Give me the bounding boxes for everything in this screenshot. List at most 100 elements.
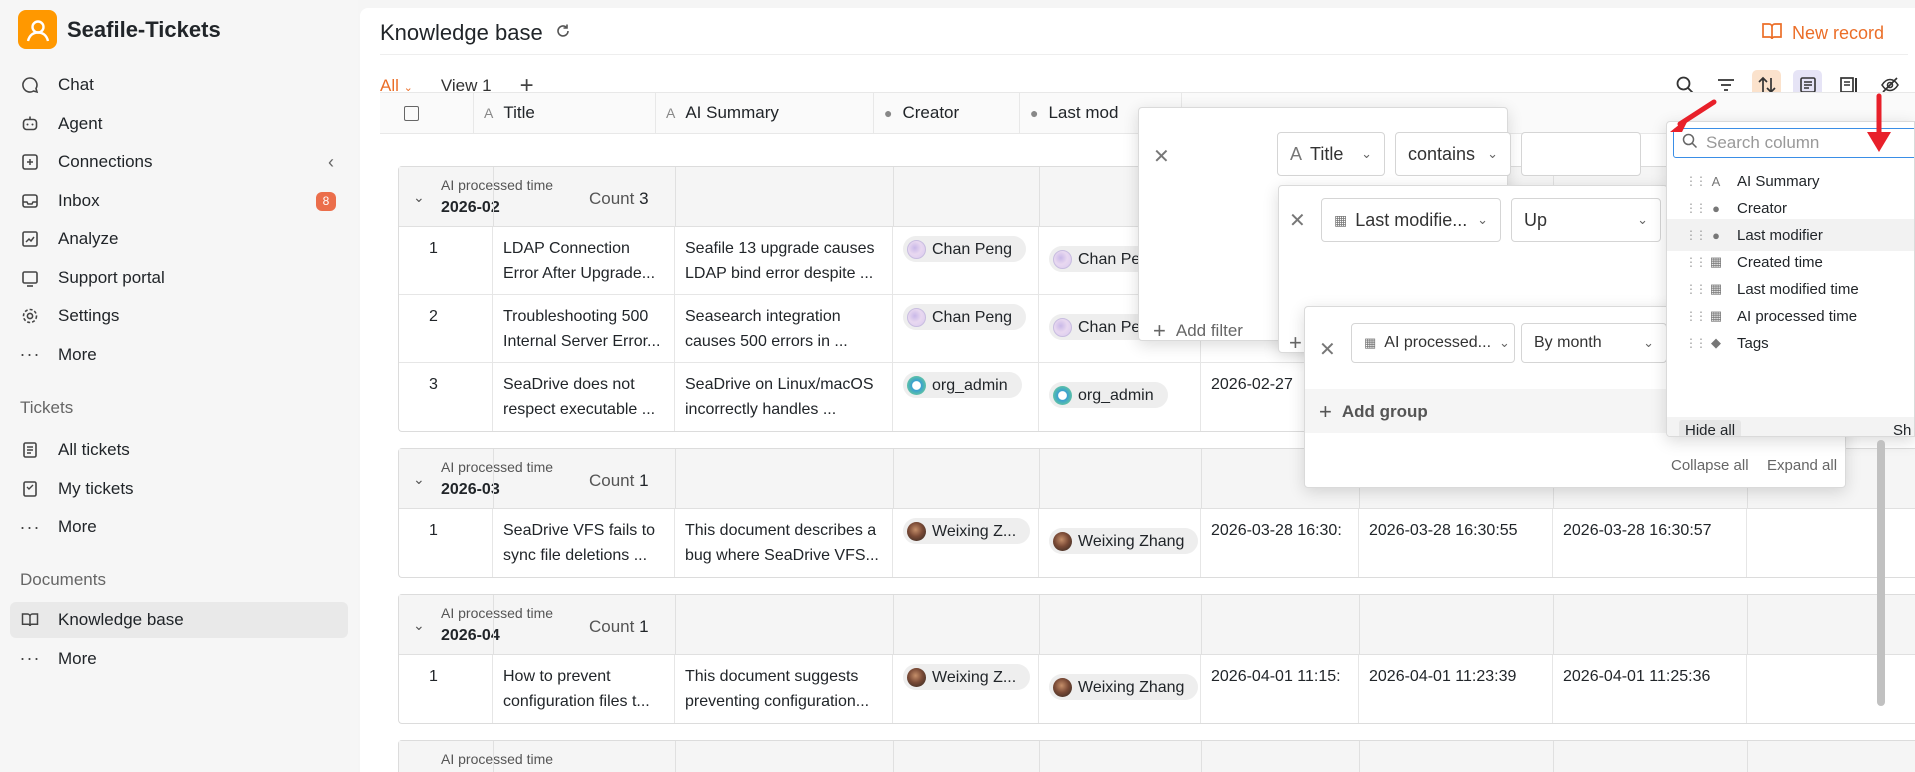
- creator-cell[interactable]: org_admin: [893, 363, 1039, 431]
- group-column-divider: [893, 449, 894, 509]
- chevron-down-icon[interactable]: ⌄: [413, 189, 425, 206]
- remove-group-icon[interactable]: ✕: [1319, 337, 1336, 362]
- remove-filter-icon[interactable]: ✕: [1153, 144, 1170, 169]
- title-cell[interactable]: LDAP Connection Error After Upgrade...: [493, 227, 675, 294]
- sidebar-item-support-portal[interactable]: Support portal: [10, 260, 348, 296]
- sidebar-item-knowledge-base[interactable]: Knowledge base: [10, 602, 348, 638]
- column-item-tags[interactable]: ⋮⋮ ◆ Tags: [1667, 327, 1914, 359]
- calendar-icon: ▦: [1709, 254, 1723, 269]
- collapse-all-button[interactable]: Collapse all: [1671, 457, 1749, 474]
- creator-cell[interactable]: Weixing Z...: [893, 509, 1039, 577]
- sidebar-item-more[interactable]: ··· More: [10, 641, 348, 677]
- column-header-creator[interactable]: ● Creator: [874, 93, 1020, 133]
- refresh-icon[interactable]: [555, 23, 571, 44]
- drag-handle-icon[interactable]: ⋮⋮: [1685, 255, 1707, 269]
- modifier-chip: Weixing Zhang: [1049, 674, 1199, 700]
- add-filter-button[interactable]: + Add filter: [1153, 318, 1243, 344]
- group-column-divider: [893, 167, 894, 227]
- ai-summary-cell[interactable]: Seasearch integration causes 500 errors i…: [675, 295, 893, 362]
- hide-all-button[interactable]: Hide all: [1679, 420, 1742, 436]
- group-label: AI processed time: [441, 751, 554, 767]
- sidebar-item-inbox[interactable]: Inbox 8: [10, 183, 348, 219]
- drag-handle-icon[interactable]: ⋮⋮: [1685, 336, 1707, 350]
- sidebar-item-agent[interactable]: Agent: [10, 106, 348, 142]
- drag-handle-icon[interactable]: ⋮⋮: [1685, 309, 1707, 323]
- group-header[interactable]: ⌄ AI processed time 2026-04 Count 1: [399, 595, 1915, 655]
- sidebar-item-analyze[interactable]: Analyze: [10, 221, 348, 257]
- filter-field-select[interactable]: A Title ⌄: [1277, 132, 1385, 176]
- group-column-divider: [893, 741, 894, 772]
- text-icon: A: [1290, 143, 1303, 164]
- creator-cell[interactable]: Chan Peng: [893, 295, 1039, 362]
- column-header-title[interactable]: A Title: [474, 93, 656, 133]
- sidebar-item-more[interactable]: ··· More: [10, 509, 348, 545]
- add-group-button[interactable]: + Add group: [1319, 399, 1428, 425]
- sort-field-select[interactable]: ▦ Last modifie... ⌄: [1321, 198, 1501, 242]
- avatar: [1053, 677, 1072, 697]
- date-cell[interactable]: 2026-03-28 16:30:: [1201, 509, 1359, 577]
- drag-handle-icon[interactable]: ⋮⋮: [1685, 228, 1707, 242]
- drag-handle-icon[interactable]: ⋮⋮: [1685, 201, 1707, 215]
- title-cell[interactable]: SeaDrive does not respect executable ...: [493, 363, 675, 431]
- sidebar-item-connections[interactable]: Connections ‹: [10, 144, 348, 180]
- last-modifier-cell[interactable]: Weixing Zhang: [1039, 509, 1201, 577]
- title-cell[interactable]: Troubleshooting 500 Internal Server Error…: [493, 295, 675, 362]
- date-cell[interactable]: 2026-04-01 11:23:39: [1359, 655, 1553, 723]
- add-sort-icon[interactable]: +: [1289, 330, 1302, 356]
- show-all-button[interactable]: Sh: [1893, 422, 1911, 436]
- column-header-ai-summary[interactable]: A AI Summary: [656, 93, 874, 133]
- chevron-down-icon[interactable]: ⌄: [413, 471, 425, 488]
- date-cell[interactable]: 2026-03-28 16:30:57: [1553, 509, 1747, 577]
- title-cell[interactable]: How to prevent configuration files t...: [493, 655, 675, 723]
- row-index: 2: [399, 295, 493, 362]
- group-granularity-select[interactable]: By month ⌄: [1521, 323, 1667, 363]
- sidebar-item-label: Inbox: [58, 190, 100, 210]
- group-column-divider: [493, 167, 494, 227]
- new-record-button[interactable]: New record: [1762, 22, 1884, 45]
- last-modifier-cell[interactable]: org_admin: [1039, 363, 1201, 431]
- empty-cell[interactable]: [1747, 509, 1915, 577]
- sort-direction-select[interactable]: Up ⌄: [1511, 198, 1661, 242]
- ai-summary-cell[interactable]: This document describes a bug where SeaDr…: [675, 509, 893, 577]
- select-all-checkbox[interactable]: [404, 105, 419, 121]
- sidebar-item-all-tickets[interactable]: All tickets: [10, 432, 348, 468]
- user-icon: ●: [1712, 200, 1720, 216]
- date-cell[interactable]: 2026-03-28 16:30:55: [1359, 509, 1553, 577]
- drag-handle-icon[interactable]: ⋮⋮: [1685, 282, 1707, 296]
- title-cell[interactable]: SeaDrive VFS fails to sync file deletions…: [493, 509, 675, 577]
- table-row[interactable]: 1 SeaDrive VFS fails to sync file deletio…: [399, 509, 1915, 577]
- table-row[interactable]: 1 How to prevent configuration files t...…: [399, 655, 1915, 723]
- brand[interactable]: Seafile-Tickets: [18, 10, 221, 49]
- date-cell[interactable]: 2026-04-01 11:15:: [1201, 655, 1359, 723]
- sidebar: Seafile-Tickets Chat Agent Connections ‹ …: [0, 0, 358, 772]
- sidebar-item-settings[interactable]: Settings: [10, 298, 348, 334]
- sidebar-item-chat[interactable]: Chat: [10, 67, 348, 103]
- creator-cell[interactable]: Weixing Z...: [893, 655, 1039, 723]
- chevron-down-icon[interactable]: ⌄: [413, 763, 425, 772]
- sidebar-item-my-tickets[interactable]: My tickets: [10, 471, 348, 507]
- ai-summary-cell[interactable]: Seafile 13 upgrade causes LDAP bind error…: [675, 227, 893, 294]
- filter-operator-select[interactable]: contains ⌄: [1395, 132, 1511, 176]
- chevron-down-icon: ⌄: [1361, 146, 1372, 161]
- calendar-icon: ▦: [1709, 308, 1723, 323]
- group-header[interactable]: ⌄ AI processed time: [399, 741, 1915, 772]
- filter-value-input[interactable]: [1521, 132, 1641, 176]
- group-field-select[interactable]: ▦ AI processed... ⌄: [1351, 323, 1515, 363]
- sidebar-item-more[interactable]: ··· More: [10, 337, 348, 373]
- empty-cell[interactable]: [1747, 655, 1915, 723]
- avatar: [907, 521, 926, 541]
- drag-handle-icon[interactable]: ⋮⋮: [1685, 174, 1707, 188]
- remove-sort-icon[interactable]: ✕: [1289, 208, 1306, 233]
- collapse-sidebar-icon[interactable]: ‹: [328, 152, 334, 173]
- ai-summary-cell[interactable]: SeaDrive on Linux/macOS incorrectly handl…: [675, 363, 893, 431]
- chevron-down-icon[interactable]: ⌄: [413, 617, 425, 634]
- group-label: AI processed time: [441, 605, 554, 621]
- vertical-scrollbar[interactable]: [1877, 440, 1885, 706]
- last-modifier-cell[interactable]: Weixing Zhang: [1039, 655, 1201, 723]
- ai-summary-cell[interactable]: This document suggests preventing configu…: [675, 655, 893, 723]
- group-column-divider: [675, 167, 676, 227]
- date-cell[interactable]: 2026-04-01 11:25:36: [1553, 655, 1747, 723]
- expand-all-button[interactable]: Expand all: [1767, 457, 1837, 474]
- analyze-icon: [20, 229, 40, 249]
- creator-cell[interactable]: Chan Peng: [893, 227, 1039, 294]
